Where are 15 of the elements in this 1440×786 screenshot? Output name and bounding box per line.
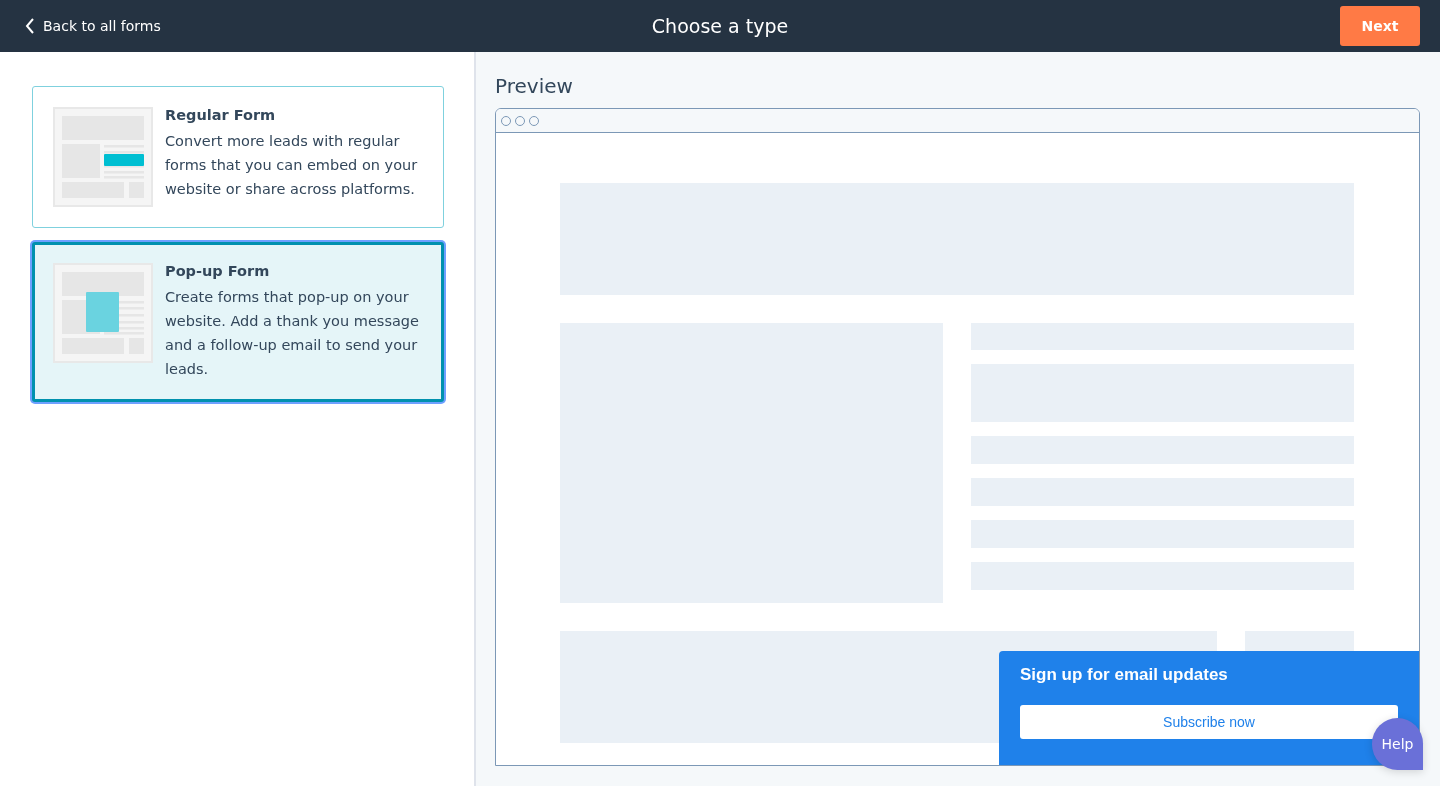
window-dots-icon — [500, 114, 540, 127]
form-type-description: Create forms that pop-up on your website. Add a thank you message and a follow-up email to send your leads. — [165, 288, 420, 379]
page-title: Choose a type — [651, 15, 789, 37]
form-type-card[interactable]: Regular Form Convert more leads with regular forms that you can embed on your website or share across platforms. — [32, 86, 444, 228]
form-type-title: Regular Form — [165, 107, 277, 123]
form-type-card[interactable]: Pop-up Form Create forms that pop-up on your website. Add a thank you message and a follow-up email to send your leads. — [32, 242, 444, 402]
subscribe-button[interactable]: Subscribe now — [1020, 705, 1398, 739]
preview-title: Preview — [495, 74, 574, 98]
chevron-left-icon — [25, 18, 35, 34]
back-link[interactable]: Back to all forms — [25, 18, 161, 34]
form-layout-icon — [53, 107, 153, 207]
popup-layout-icon — [53, 263, 153, 363]
popup-heading: Sign up for email updates — [1020, 665, 1229, 685]
form-type-description: Convert more leads with regular forms that you can embed on your website or share across platforms. — [165, 132, 419, 199]
form-type-title: Pop-up Form — [165, 263, 271, 279]
